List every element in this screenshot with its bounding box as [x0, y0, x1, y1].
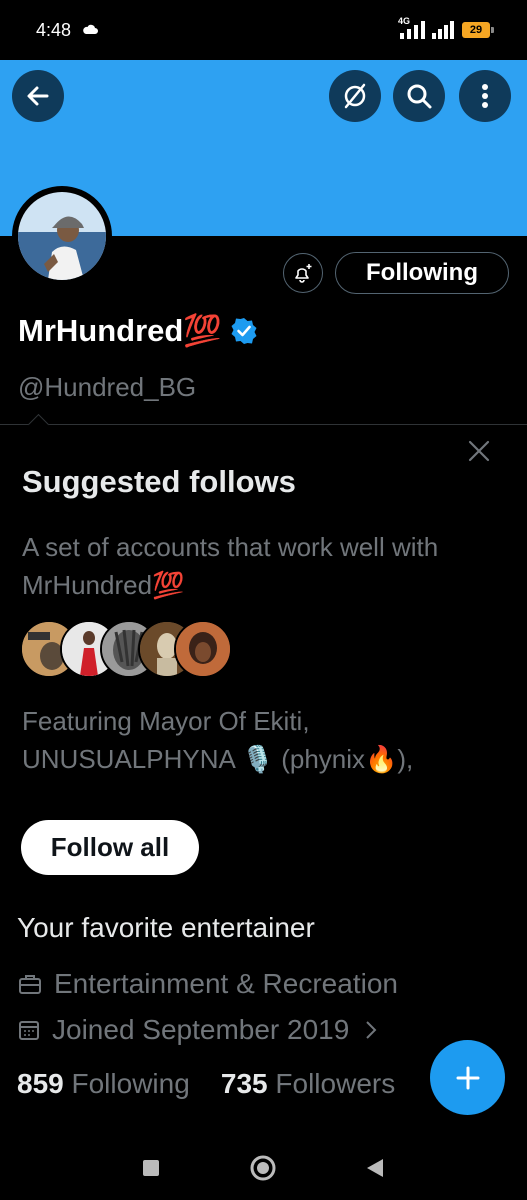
profile-name: MrHundred💯	[18, 313, 222, 348]
back-nav-icon[interactable]	[366, 1158, 384, 1178]
signal-icon-2	[432, 21, 454, 39]
back-button[interactable]	[12, 70, 64, 122]
section-divider	[0, 424, 527, 425]
slash-circle-icon	[344, 83, 366, 109]
avatar[interactable]	[12, 186, 112, 286]
more-vertical-icon	[482, 84, 488, 108]
profile-stats: 859 Following 735 Followers	[17, 1068, 395, 1100]
profile-category: Entertainment & Recreation	[54, 968, 398, 999]
notifications-button[interactable]	[283, 253, 323, 293]
recents-icon[interactable]	[142, 1159, 160, 1177]
suggested-follows-title: Suggested follows	[22, 464, 296, 499]
grok-button[interactable]	[329, 70, 381, 122]
suggested-featuring-text: Featuring Mayor Of Ekiti, UNUSUALPHYNA 🎙…	[22, 706, 414, 774]
system-navigation-bar	[0, 1135, 527, 1200]
followers-label: Followers	[275, 1068, 396, 1099]
chevron-right-icon	[366, 1021, 377, 1039]
compose-post-button[interactable]	[430, 1040, 505, 1115]
suggestion-pointer	[27, 413, 50, 436]
suggested-follows-description: A set of accounts that work well with Mr…	[22, 532, 439, 600]
profile-handle: @Hundred_BG	[18, 372, 197, 402]
status-time: 4:48	[36, 20, 72, 40]
bell-plus-icon	[295, 264, 312, 283]
profile-name-row: MrHundred💯	[18, 312, 258, 349]
following-stat[interactable]: 859 Following	[17, 1068, 190, 1099]
more-button[interactable]	[459, 70, 511, 122]
profile-joined: Joined September 2019	[52, 1014, 350, 1045]
status-bar: 4:48 4G 29	[0, 0, 527, 60]
arrow-left-icon	[27, 86, 49, 106]
following-count: 859	[17, 1068, 64, 1099]
home-icon[interactable]	[249, 1154, 277, 1182]
profile-bio: Your favorite entertainer	[17, 912, 315, 943]
search-button[interactable]	[393, 70, 445, 122]
plus-icon	[456, 1066, 479, 1089]
close-icon[interactable]	[466, 438, 492, 464]
battery-icon: 29	[462, 22, 494, 38]
following-button[interactable]: Following	[335, 252, 509, 294]
cloud-icon	[83, 24, 98, 34]
followers-count: 735	[220, 1068, 268, 1099]
search-icon	[407, 84, 432, 109]
signal-icon	[400, 21, 425, 39]
calendar-icon	[19, 1021, 39, 1040]
briefcase-icon	[19, 975, 41, 994]
followers-stat[interactable]: 735 Followers	[221, 1068, 395, 1099]
avatar-image	[18, 192, 106, 280]
suggested-avatar	[174, 620, 232, 678]
profile-category-row: Entertainment & Recreation	[18, 968, 398, 1000]
following-label: Following	[71, 1068, 190, 1099]
follow-all-button[interactable]: Follow all	[21, 820, 199, 875]
verified-badge-icon[interactable]	[230, 317, 258, 345]
profile-joined-row[interactable]: Joined September 2019	[18, 1014, 389, 1046]
